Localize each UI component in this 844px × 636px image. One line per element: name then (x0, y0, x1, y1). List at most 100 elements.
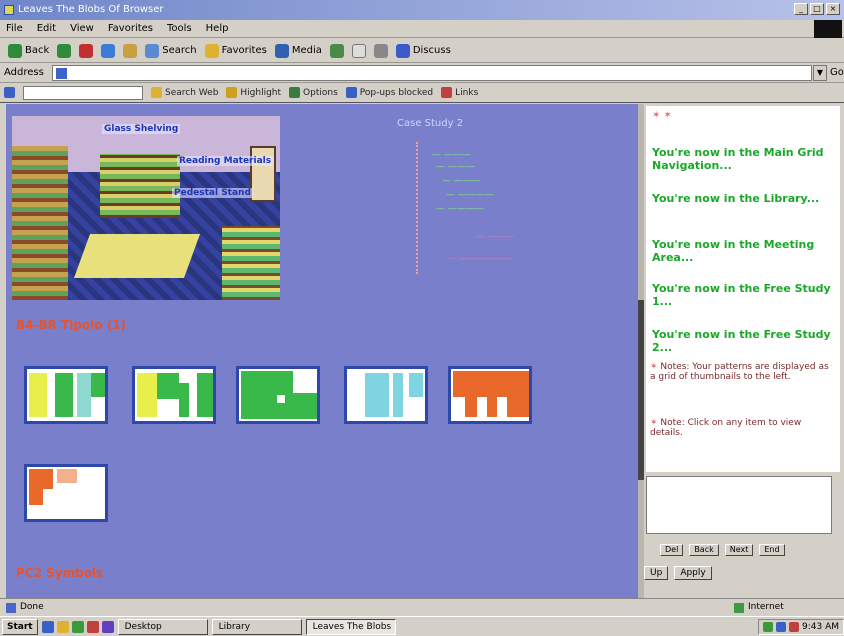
text-area-buttons: Del Back Next End (660, 544, 785, 556)
options-link[interactable]: Options (289, 87, 338, 98)
tray-icon[interactable] (789, 621, 799, 632)
pattern-thumbnail[interactable] (344, 366, 428, 424)
mail-button[interactable] (351, 43, 366, 58)
pattern-thumbnail[interactable] (448, 366, 532, 424)
nav-link-free-study-2[interactable]: You're now in the Free Study 2... (652, 328, 840, 354)
media-button[interactable]: Media (274, 43, 322, 58)
close-button[interactable]: × (826, 3, 840, 15)
scene-label-reading: Reading Materials (177, 156, 274, 166)
toolbar-search-input[interactable] (23, 85, 143, 100)
menu-edit[interactable]: Edit (37, 23, 56, 34)
ie-icon[interactable] (41, 620, 54, 633)
scene-label-shelving: Glass Shelving (102, 124, 181, 134)
pattern-thumbnail[interactable] (24, 366, 108, 424)
menu-favorites[interactable]: Favorites (108, 23, 153, 34)
case-study-title: Case Study 2 (397, 118, 464, 129)
highlight-link[interactable]: Highlight (226, 87, 281, 98)
window-title: Leaves The Blobs Of Browser (18, 4, 164, 15)
go-button[interactable]: Go (830, 67, 844, 78)
star-icon (204, 43, 219, 58)
pattern-thumbnail[interactable] (236, 366, 320, 424)
menu-file[interactable]: File (6, 23, 23, 34)
page-icon (56, 68, 67, 79)
nav-link-free-study-1[interactable]: You're now in the Free Study 1... (652, 282, 840, 308)
popups-link[interactable]: Pop-ups blocked (345, 87, 433, 98)
task-button[interactable]: Library (211, 618, 302, 635)
search-button[interactable]: Search (145, 43, 197, 58)
library-scene-image[interactable]: Glass Shelving Reading Materials Pedesta… (12, 116, 280, 300)
print-button[interactable] (373, 43, 388, 58)
next-page-button[interactable]: Next (724, 544, 754, 556)
legend-item: — ——— (476, 232, 515, 242)
tray-icon[interactable] (763, 621, 773, 632)
forward-button[interactable] (57, 43, 72, 58)
sidebar-note-1: ✶ Notes: Your patterns are displayed as … (650, 362, 829, 382)
nav-link-library[interactable]: You're now in the Library... (652, 192, 819, 205)
minimize-button[interactable]: _ (794, 3, 808, 15)
sidebar: ✶ ✶ You're now in the Main Grid Navigati… (638, 104, 844, 598)
tray-icon[interactable] (776, 621, 786, 632)
legend-divider (416, 142, 418, 274)
menu-bar: File Edit View Favorites Tools Help (0, 20, 844, 38)
app-icon[interactable] (101, 620, 114, 633)
bullet-icon: ✶ ✶ (652, 110, 672, 121)
app-icon[interactable] (86, 620, 99, 633)
nav-link-meeting[interactable]: You're now in the Meeting Area... (652, 238, 840, 264)
printer-icon (373, 43, 388, 58)
back-page-button[interactable]: Back (689, 544, 719, 556)
task-button-active[interactable]: Leaves The Blobs (305, 618, 396, 635)
page-content: Glass Shelving Reading Materials Pedesta… (6, 104, 638, 598)
favorites-button[interactable]: Favorites (204, 43, 267, 58)
taskbar: Start Desktop Library Leaves The Blobs 9… (0, 616, 844, 636)
stop-button[interactable] (79, 43, 94, 58)
title-bar: Leaves The Blobs Of Browser _ □ × (0, 0, 844, 20)
address-bar: Address ▼ Go (0, 63, 844, 83)
refresh-icon (101, 43, 116, 58)
address-dropdown-button[interactable]: ▼ (813, 65, 827, 81)
address-input[interactable] (52, 65, 812, 81)
folder-icon[interactable] (56, 620, 69, 633)
internet-zone-icon (734, 602, 744, 613)
edit-button[interactable]: Discuss (395, 43, 451, 58)
scrollbar-thumb[interactable] (638, 300, 644, 480)
menu-help[interactable]: Help (206, 23, 229, 34)
back-button[interactable]: Back (8, 43, 49, 58)
home-icon (123, 43, 138, 58)
app-icon (4, 5, 14, 15)
legend-item: — —————— (446, 254, 512, 264)
vertical-scrollbar[interactable] (638, 104, 644, 598)
section-title-1: B4-BR Tipolo (1) (16, 318, 127, 332)
maximize-button[interactable]: □ (810, 3, 824, 15)
sidebar-text-area[interactable] (646, 476, 832, 534)
search-web-link[interactable]: Search Web (151, 87, 218, 98)
scene-label-pedestal: Pedestal Stand (172, 188, 253, 198)
system-tray: 9:43 AM (758, 618, 844, 635)
stop-icon (79, 43, 94, 58)
links-link[interactable]: Links (441, 87, 478, 98)
status-text: Done (20, 602, 44, 612)
search-provider-icon[interactable] (4, 87, 15, 98)
refresh-button[interactable] (101, 43, 116, 58)
window-controls: _ □ × (794, 3, 840, 15)
links-icon (441, 87, 453, 98)
legend-item: — ———— (436, 204, 484, 214)
legend-item: — ———— (446, 190, 494, 200)
legend-item: — ——— (432, 150, 471, 160)
history-button[interactable] (329, 43, 344, 58)
zone-text: Internet (748, 602, 784, 612)
home-button[interactable] (123, 43, 138, 58)
search-icon (145, 43, 160, 58)
del-button[interactable]: Del (660, 544, 684, 556)
nav-link-main-grid[interactable]: You're now in the Main Grid Navigation..… (652, 146, 840, 172)
start-button[interactable]: Start (2, 618, 38, 635)
pattern-thumbnail[interactable] (132, 366, 216, 424)
apply-button[interactable]: Apply (674, 566, 712, 580)
pattern-thumbnail[interactable] (24, 464, 108, 522)
up-button[interactable]: Up (644, 566, 669, 580)
menu-view[interactable]: View (70, 23, 94, 34)
app-icon[interactable] (71, 620, 84, 633)
end-button[interactable]: End (759, 544, 785, 556)
menu-tools[interactable]: Tools (167, 23, 192, 34)
task-button[interactable]: Desktop (117, 618, 208, 635)
options-icon (289, 87, 301, 98)
